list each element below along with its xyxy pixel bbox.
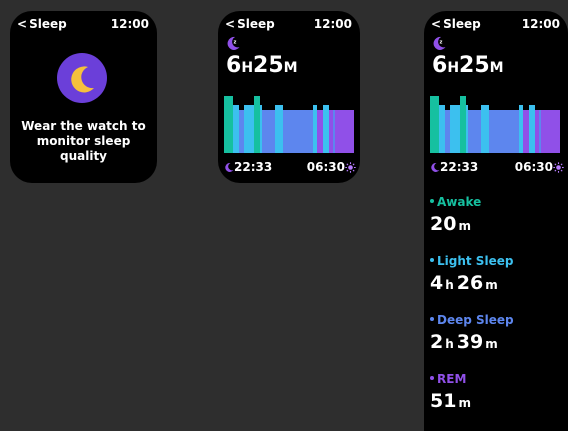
clock: 12:00 [110, 17, 149, 31]
back-label: Sleep [443, 17, 481, 31]
sleep-stage-segment-deep [489, 110, 519, 153]
back-button[interactable]: < Sleep [431, 17, 481, 31]
stage-minutes: 39 [456, 331, 484, 353]
stage-rem: REM 51 m [430, 372, 474, 412]
clock: 12:00 [521, 17, 560, 31]
stage-label-text: REM [437, 372, 467, 386]
stage-dot [430, 317, 434, 321]
svg-text:z: z [440, 40, 443, 46]
duration-hours: 6 [432, 53, 448, 78]
stage-label: Awake [430, 195, 481, 209]
svg-text:z: z [234, 40, 237, 46]
sleep-stage-segment-awake [430, 96, 439, 153]
moon-icon: z [433, 36, 446, 50]
stage-minutes-unit: m [485, 278, 498, 292]
stage-minutes-unit: m [485, 337, 498, 351]
back-label: Sleep [237, 17, 275, 31]
stage-dot [430, 376, 434, 380]
stage-label: Deep Sleep [430, 313, 514, 327]
sleep-stage-segment-light [244, 105, 254, 153]
stage-hours-unit: h [445, 278, 454, 292]
stage-hours: 4 [430, 272, 444, 294]
start-time: 22:33 [234, 160, 273, 174]
back-label: Sleep [29, 17, 67, 31]
sleep-stage-chart [224, 96, 354, 153]
sleep-start: 22:33 [430, 160, 478, 174]
status-header: < Sleep 12:00 [225, 17, 352, 35]
svg-text:z: z [85, 73, 91, 84]
sun-icon [345, 162, 356, 173]
stage-awake: Awake 20 m [430, 195, 481, 235]
duration-minutes-unit: M [283, 60, 298, 76]
moon-icon: z [227, 36, 240, 50]
sleep-start: 22:33 [224, 160, 272, 174]
sleep-time-range: 22:33 06:30 [430, 160, 564, 176]
stage-light-sleep: Light Sleep 4 h 26 m [430, 254, 513, 294]
stage-label-text: Light Sleep [437, 254, 514, 268]
stage-deep-sleep: Deep Sleep 2 h 39 m [430, 313, 514, 353]
status-header: < Sleep 12:00 [17, 17, 149, 35]
watch-screen-detail[interactable]: < Sleep 12:00 z 6H25M 22:33 06:30 Awake 2… [424, 11, 568, 431]
sleep-time-range: 22:33 06:30 [224, 160, 356, 176]
duration-minutes-unit: M [489, 60, 504, 76]
start-time: 22:33 [440, 160, 479, 174]
stage-value: 2 h 39 m [430, 331, 514, 353]
wear-watch-message: Wear the watch to monitor sleep quality [21, 119, 146, 163]
clock: 12:00 [313, 17, 352, 31]
sleep-stage-segment-deep [283, 110, 313, 153]
sleep-stage-segment-rem [541, 110, 560, 153]
watch-screen-summary: < Sleep 12:00 z 6H25M 22:33 06:30 [218, 11, 360, 183]
moon-sleep-icon: z [57, 53, 107, 103]
stage-minutes: 20 [430, 213, 457, 235]
duration-hours-unit: H [447, 60, 460, 76]
moon-icon [225, 162, 234, 172]
sleep-duration: 6H25M [226, 53, 298, 78]
sleep-end: 06:30 [515, 160, 564, 174]
end-time: 06:30 [514, 160, 553, 174]
sleep-stage-segment-deep [468, 110, 481, 153]
stage-label: REM [430, 372, 474, 386]
sleep-stage-segment-light [450, 105, 460, 153]
stage-hours-unit: h [445, 337, 454, 351]
stage-label-text: Deep Sleep [437, 313, 514, 327]
stage-minutes-unit: m [458, 219, 471, 233]
sleep-stage-chart [430, 96, 560, 153]
duration-minutes: 25 [253, 53, 284, 78]
end-time: 06:30 [306, 160, 345, 174]
sun-icon [553, 162, 564, 173]
sleep-end: 06:30 [307, 160, 356, 174]
chevron-left-icon: < [431, 17, 442, 31]
status-header: < Sleep 12:00 [431, 17, 560, 35]
sleep-stage-segment-deep [262, 110, 275, 153]
stage-label-text: Awake [437, 195, 482, 209]
chevron-left-icon: < [17, 17, 28, 31]
sleep-stage-segment-light [481, 105, 489, 153]
back-button[interactable]: < Sleep [225, 17, 275, 31]
stage-value: 20 m [430, 213, 481, 235]
chevron-left-icon: < [225, 17, 236, 31]
watch-screen-no-data: < Sleep 12:00 z Wear the watch to monitor… [10, 11, 157, 183]
stage-dot [430, 199, 434, 203]
stage-dot [430, 258, 434, 262]
duration-hours: 6 [226, 53, 242, 78]
duration-minutes: 25 [459, 53, 490, 78]
stage-minutes-unit: m [458, 396, 471, 410]
stage-value: 51 m [430, 390, 474, 412]
sleep-stage-segment-light [275, 105, 283, 153]
sleep-stage-segment-rem [335, 110, 354, 153]
sleep-stage-segment-awake [224, 96, 233, 153]
moon-icon [431, 162, 440, 172]
sleep-duration: 6H25M [432, 53, 504, 78]
stage-minutes: 51 [430, 390, 457, 412]
duration-hours-unit: H [241, 60, 254, 76]
stage-label: Light Sleep [430, 254, 513, 268]
stage-hours: 2 [430, 331, 444, 353]
stage-value: 4 h 26 m [430, 272, 513, 294]
back-button[interactable]: < Sleep [17, 17, 67, 31]
stage-minutes: 26 [456, 272, 484, 294]
